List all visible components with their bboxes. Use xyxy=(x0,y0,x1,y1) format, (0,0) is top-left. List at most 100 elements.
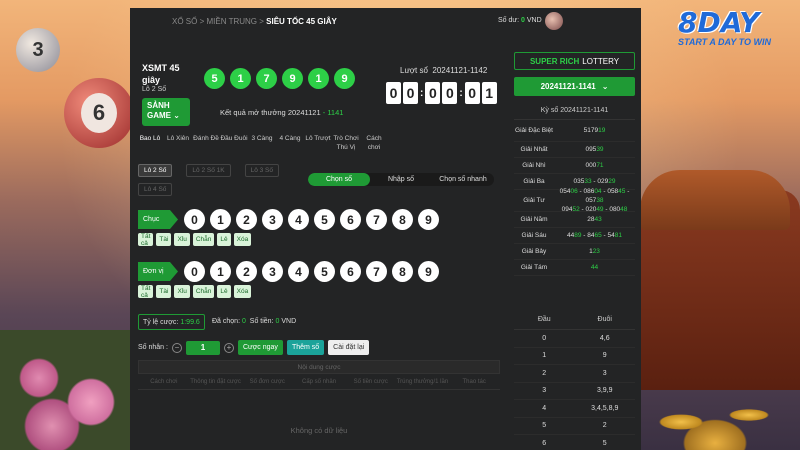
digit-button[interactable]: 3 xyxy=(262,209,283,230)
digit-button[interactable]: 7 xyxy=(366,261,387,282)
treasure-chest-lid-decoration xyxy=(640,170,790,230)
reset-button[interactable]: Cài đặt lại xyxy=(328,340,370,355)
result-balls: 517919 xyxy=(204,68,355,89)
digit-button[interactable]: 6 xyxy=(340,209,361,230)
prize-line: 4489 - 8465 - 5481 xyxy=(567,231,622,240)
bet-type-tab[interactable]: Đánh Đề xyxy=(192,134,220,152)
quick-select-button[interactable]: Tất cả xyxy=(138,285,154,299)
lobby-button[interactable]: SẢNH GAME ⌄ xyxy=(142,98,190,126)
prize-digits: 04 xyxy=(594,188,602,195)
prize-digits: 29 xyxy=(608,178,616,185)
prize-digits: 035 xyxy=(573,178,585,185)
rate-label: Tỷ lệ cược: xyxy=(143,318,179,326)
bet-type-tab[interactable]: Bao Lô xyxy=(136,134,164,152)
digit-button[interactable]: 5 xyxy=(314,261,335,282)
prize-value: 05406 - 08604 - 05845 - 05738 09452 - 020… xyxy=(554,188,635,213)
digit-button[interactable]: 5 xyxy=(314,209,335,230)
prize-label: Giải Bảy xyxy=(521,248,547,255)
money-unit: VND xyxy=(281,318,297,325)
digit-button[interactable]: 2 xyxy=(236,261,257,282)
rate-value: 1:99.6 xyxy=(180,318,200,326)
digit-button[interactable]: 6 xyxy=(340,261,361,282)
mode-tab[interactable]: Chọn số xyxy=(308,173,370,186)
quick-select-button[interactable]: Lẻ xyxy=(217,285,231,298)
mode-tab[interactable]: Chọn số nhanh xyxy=(432,173,494,186)
table-column-header: Cách chơi xyxy=(150,378,178,385)
bet-type-tab[interactable]: Cách chơi xyxy=(360,134,388,152)
prize-digits: 65 xyxy=(594,232,602,239)
digit-button[interactable]: 3 xyxy=(262,261,283,282)
avatar[interactable] xyxy=(545,12,563,30)
digit-button[interactable]: 2 xyxy=(236,209,257,230)
quick-select-button[interactable]: Xỉu xyxy=(174,285,190,298)
quick-select-button[interactable]: Tất cả xyxy=(138,233,154,247)
bet-type-tab[interactable]: Lô Xiên xyxy=(164,134,192,152)
bet-type-tab[interactable]: Đầu Đuôi xyxy=(220,134,248,152)
prize-label: Giải Nhất xyxy=(520,146,548,153)
super-rich-banner: SUPER RICH LOTTERY xyxy=(514,52,635,70)
bet-type-tab[interactable]: Lô Trượt xyxy=(304,134,332,152)
game-title: XSMT 45 giây xyxy=(142,63,180,85)
digit-button[interactable]: 0 xyxy=(184,209,205,230)
head-tail-cell: 3,9,9 xyxy=(596,387,613,395)
quick-select-button[interactable]: Tài xyxy=(156,285,172,298)
breadcrumb-section[interactable]: MIỀN TRUNG xyxy=(206,17,257,26)
quick-select-button[interactable]: Xóa xyxy=(233,285,252,298)
timer-digit: 0 xyxy=(386,82,401,104)
multiplier-input[interactable]: 1 xyxy=(185,340,220,355)
digit-button[interactable]: 1 xyxy=(210,261,231,282)
result-ball: 1 xyxy=(230,68,251,89)
digit-button[interactable]: 1 xyxy=(210,209,231,230)
selection-mode-tabs: Chọn số Nhập số Chọn số nhanh xyxy=(308,173,494,186)
sub-tab[interactable]: Lô 3 Số xyxy=(244,164,280,177)
prize-row: Giải Bảy 123 xyxy=(514,244,635,260)
digit-button[interactable]: 4 xyxy=(288,209,309,230)
digit-button[interactable]: 0 xyxy=(184,261,205,282)
bet-type-tab[interactable]: 4 Càng xyxy=(276,134,304,152)
prize-digits: 19 xyxy=(598,127,606,134)
sub-tab[interactable]: Lô 2 Số xyxy=(138,164,173,177)
digit-button[interactable]: 7 xyxy=(366,209,387,230)
sub-tab[interactable]: Lô 4 Số xyxy=(138,183,173,196)
sub-tab[interactable]: Lô 2 Số 1K xyxy=(186,164,231,177)
prize-label: Giải Đặc Biệt xyxy=(515,127,553,134)
quick-select-button[interactable]: Xóa xyxy=(233,233,252,246)
quick-select-buttons: Tất cả Tài Xỉu Chẵn Lẻ Xóa xyxy=(138,285,252,299)
plus-icon[interactable]: + xyxy=(223,342,234,353)
prize-value: 517919 xyxy=(554,120,635,141)
quick-select-button[interactable]: Lẻ xyxy=(217,233,231,246)
period-select[interactable]: 20241121-1141 ⌄ xyxy=(514,77,635,96)
quick-select-button[interactable]: Xỉu xyxy=(174,233,190,246)
result-ball: 9 xyxy=(334,68,355,89)
digit-button[interactable]: 9 xyxy=(418,209,439,230)
table-column-header: Cấp số nhân xyxy=(302,378,337,385)
add-number-button[interactable]: Thêm số xyxy=(286,340,325,355)
prize-digits: 000 xyxy=(585,162,597,169)
quick-select-button[interactable]: Chẵn xyxy=(192,233,215,246)
period-select-value: 20241121-1141 xyxy=(540,82,596,91)
bet-type-tab[interactable]: Trò Chơi Thú Vị xyxy=(332,134,360,152)
ball-number: 6 xyxy=(81,93,117,133)
chevron-down-icon: ⌄ xyxy=(601,82,609,91)
digit-button[interactable]: 4 xyxy=(288,261,309,282)
digit-button[interactable]: 9 xyxy=(418,261,439,282)
brand-tagline: START A DAY TO WIN xyxy=(678,37,772,47)
prize-line: 09539 xyxy=(585,145,603,154)
prize-line: 2843 xyxy=(587,215,601,224)
breadcrumb-root[interactable]: XỔ SỐ xyxy=(172,17,197,26)
digit-button[interactable]: 8 xyxy=(392,261,413,282)
digit-button[interactable]: 8 xyxy=(392,209,413,230)
mode-tab[interactable]: Nhập số xyxy=(370,173,432,186)
brand-name: 8DAY xyxy=(678,6,760,39)
prize-digits: 095 xyxy=(585,146,597,153)
bet-now-button[interactable]: Cược ngay xyxy=(237,340,283,355)
prize-label: Giải Tư xyxy=(523,197,545,204)
prize-digits: 38 xyxy=(596,197,604,204)
quick-select-button[interactable]: Tài xyxy=(156,233,172,246)
timer-digit: 0 xyxy=(403,82,418,104)
balance-unit: VND xyxy=(526,17,542,24)
balance-label: Số dư: xyxy=(498,17,520,24)
quick-select-button[interactable]: Chẵn xyxy=(192,285,215,298)
minus-icon[interactable]: − xyxy=(171,342,182,353)
bet-type-tab[interactable]: 3 Càng xyxy=(248,134,276,152)
